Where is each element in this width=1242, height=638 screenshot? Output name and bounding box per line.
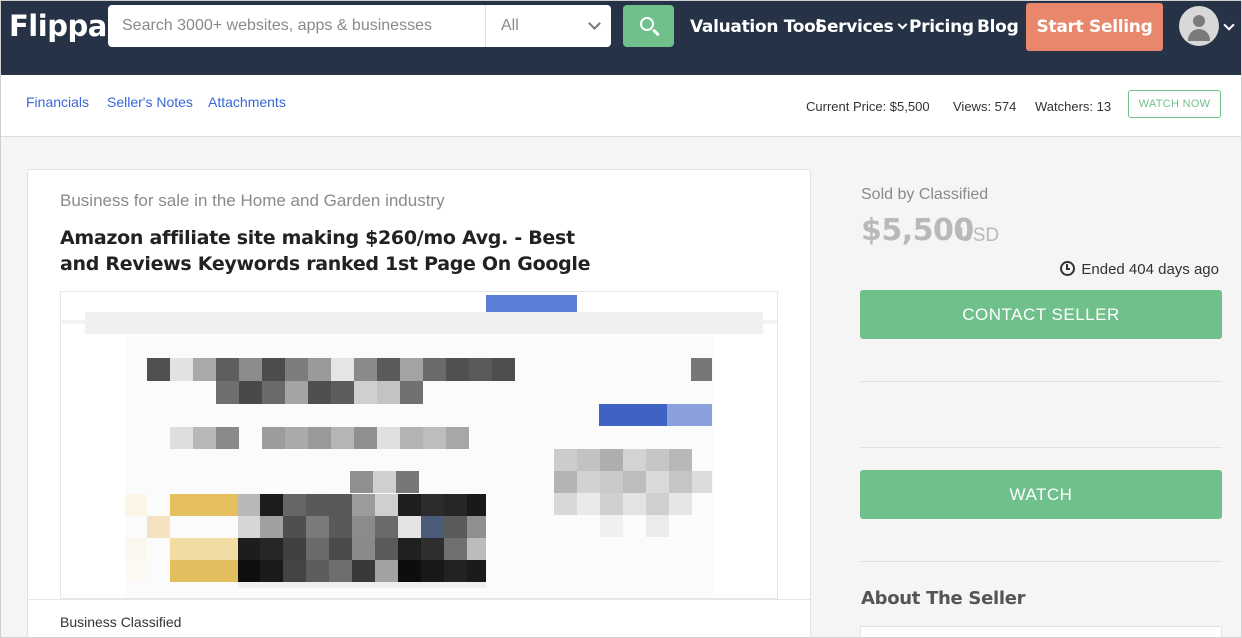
nav-pricing[interactable]: Pricing: [909, 17, 974, 37]
clock-icon: [1060, 261, 1076, 276]
business-type-label: Business Classified: [60, 614, 182, 630]
nav-blog[interactable]: Blog: [977, 17, 1019, 37]
search-button[interactable]: [623, 5, 674, 47]
category-selected-value: All: [501, 17, 519, 34]
sidebar-divider: [860, 561, 1222, 562]
sale-price: $5,500: [861, 213, 974, 248]
listing-card-footer: Business Classified: [28, 599, 810, 637]
price-currency: USD: [959, 225, 1000, 246]
watchers-stat: Watchers: 13: [1035, 99, 1112, 114]
tab-attachments[interactable]: Attachments: [208, 94, 286, 110]
ended-text: Ended 404 days ago: [1081, 261, 1219, 278]
current-price-stat: Current Price: $5,500: [806, 99, 930, 114]
flippa-logo[interactable]: Flippa: [9, 9, 107, 43]
listing-industry: Business for sale in the Home and Garden…: [60, 191, 445, 210]
chevron-down-icon[interactable]: [1223, 19, 1235, 31]
listing-screenshot[interactable]: [60, 291, 778, 599]
start-selling-button[interactable]: Start Selling: [1026, 3, 1163, 51]
auction-ended-status: Ended 404 days ago: [1060, 259, 1219, 278]
nav-valuation-tool[interactable]: Valuation Tool: [690, 17, 821, 37]
views-stat: Views: 574: [953, 99, 1017, 114]
nav-services-label: Services: [815, 17, 894, 37]
contact-seller-button[interactable]: CONTACT SELLER: [860, 290, 1222, 339]
chevron-down-icon: [897, 19, 908, 30]
watch-button[interactable]: WATCH: [860, 470, 1222, 519]
category-select[interactable]: All: [485, 5, 611, 47]
user-avatar-icon[interactable]: [1179, 6, 1219, 46]
sidebar-divider: [860, 447, 1222, 448]
listing-title: Amazon affiliate site making $260/mo Avg…: [60, 227, 591, 275]
listing-card: Business for sale in the Home and Garden…: [27, 169, 811, 637]
search-placeholder: Search 3000+ websites, apps & businesses: [122, 17, 432, 34]
listing-subnav: Financials Seller's Notes Attachments Cu…: [1, 75, 1241, 137]
about-seller-heading: About The Seller: [861, 588, 1026, 609]
nav-services[interactable]: Services: [815, 17, 908, 37]
about-seller-panel: [860, 626, 1222, 637]
chevron-down-icon: [588, 17, 601, 30]
search-input[interactable]: Search 3000+ websites, apps & businesses: [108, 5, 485, 47]
pixelated-screenshot-image: [61, 292, 777, 598]
watch-now-button[interactable]: WATCH NOW: [1128, 90, 1221, 118]
sidebar-divider: [860, 381, 1222, 382]
page: Flippa Search 3000+ websites, apps & bus…: [0, 0, 1242, 638]
top-navbar: Flippa Search 3000+ websites, apps & bus…: [1, 1, 1241, 75]
tab-financials[interactable]: Financials: [26, 94, 89, 110]
tab-sellers-notes[interactable]: Seller's Notes: [107, 94, 193, 110]
sold-by-label: Sold by Classified: [861, 186, 989, 203]
